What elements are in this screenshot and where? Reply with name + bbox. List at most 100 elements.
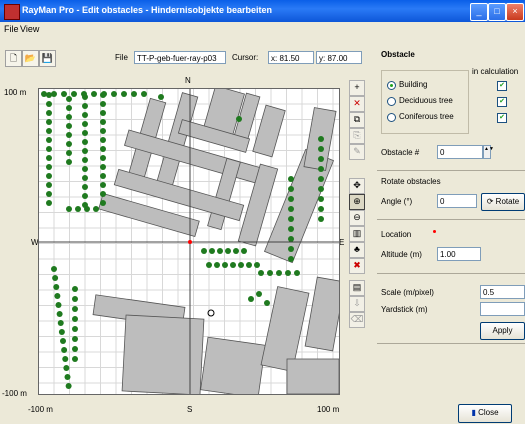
- tree: [58, 329, 65, 335]
- copy-obstacle-icon[interactable]: ⧉: [349, 112, 365, 128]
- tree: [288, 236, 294, 242]
- tree: [82, 112, 88, 118]
- altitude-field[interactable]: 1.00: [437, 247, 481, 261]
- paste-obstacle-icon[interactable]: ⎘: [349, 128, 365, 144]
- angle-label: Angle (°): [381, 197, 413, 206]
- file-name-field[interactable]: TT-P-geb-fuer-ray-p03: [134, 51, 226, 64]
- maximize-button[interactable]: □: [488, 3, 506, 21]
- close-button[interactable]: ▮ Close: [458, 404, 512, 423]
- building: [304, 276, 339, 352]
- coniferous-in-calc-checkbox[interactable]: ✔: [497, 113, 507, 123]
- deciduous-tree-label: Deciduous tree: [399, 96, 453, 105]
- obstacle-number-label: Obstacle #: [381, 148, 420, 157]
- tree: [267, 270, 273, 276]
- tree: [318, 196, 324, 202]
- location-dot-icon: [433, 230, 436, 233]
- tree: [56, 311, 63, 317]
- tree-icon[interactable]: ♣: [349, 242, 365, 258]
- menu-file[interactable]: File: [4, 24, 19, 34]
- tree: [46, 146, 52, 152]
- deciduous-tree-radio[interactable]: [387, 97, 396, 106]
- tree: [72, 296, 78, 302]
- delete-obstacle-icon[interactable]: ✕: [349, 96, 365, 112]
- location-marker: [188, 240, 192, 244]
- obstacle-number-spinner[interactable]: ▲▼: [483, 145, 494, 159]
- angle-field[interactable]: 0: [437, 194, 477, 208]
- tree: [238, 262, 244, 268]
- x-max-label: 100 m: [317, 405, 340, 414]
- building: [121, 314, 205, 394]
- tree: [62, 356, 69, 362]
- remove-icon[interactable]: ✖: [349, 258, 365, 274]
- coniferous-tree-radio[interactable]: [387, 113, 396, 122]
- export-icon[interactable]: ⇩: [349, 296, 365, 312]
- tree: [72, 346, 78, 352]
- tree: [66, 114, 72, 120]
- tree: [256, 291, 262, 297]
- tree: [55, 302, 62, 308]
- add-obstacle-icon[interactable]: +: [349, 80, 365, 96]
- save-file-icon[interactable]: 💾: [39, 50, 56, 67]
- zoom-out-icon[interactable]: ⊖: [349, 210, 365, 226]
- tree: [82, 121, 88, 127]
- tree: [121, 91, 127, 97]
- minimize-button[interactable]: _: [470, 3, 488, 21]
- apply-button[interactable]: Apply: [480, 322, 525, 340]
- layer-icon[interactable]: ▤: [349, 280, 365, 296]
- tree: [248, 296, 254, 302]
- tree: [288, 246, 294, 252]
- tree: [111, 91, 117, 97]
- tree: [241, 248, 247, 254]
- tree: [82, 175, 88, 181]
- tree: [222, 262, 228, 268]
- close-window-button[interactable]: ×: [506, 3, 524, 21]
- tree: [254, 262, 260, 268]
- tree: [214, 262, 220, 268]
- tree: [46, 128, 52, 134]
- tree: [66, 206, 72, 212]
- obstacle-group-title: Obstacle: [381, 50, 415, 59]
- tree: [71, 91, 77, 97]
- rotate-button[interactable]: ⟳ Rotate: [481, 193, 525, 211]
- edit-obstacle-icon[interactable]: ✎: [349, 144, 365, 160]
- tree: [100, 200, 106, 206]
- tree: [51, 91, 57, 97]
- tree: [66, 141, 72, 147]
- app-icon: [4, 4, 20, 20]
- building-in-calc-checkbox[interactable]: ✔: [497, 81, 507, 91]
- map-svg[interactable]: [39, 89, 339, 394]
- tree: [46, 119, 52, 125]
- y-min-label: -100 m: [2, 389, 27, 398]
- tree: [61, 347, 68, 353]
- tree: [66, 123, 72, 129]
- tree: [100, 110, 106, 116]
- tree: [288, 186, 294, 192]
- tree: [288, 206, 294, 212]
- menu-view[interactable]: View: [20, 24, 39, 34]
- obstacle-map[interactable]: [38, 88, 340, 395]
- tree: [41, 91, 47, 97]
- divider: [377, 219, 525, 220]
- new-file-icon[interactable]: 🗋: [5, 50, 22, 67]
- scale-field[interactable]: 0.5: [480, 285, 525, 299]
- tree: [82, 139, 88, 145]
- altitude-label: Altitude (m): [381, 250, 422, 259]
- title-bar[interactable]: RayMan Pro - Edit obstacles - Hinderniso…: [0, 0, 525, 22]
- tree: [276, 270, 282, 276]
- yardstick-field[interactable]: [480, 302, 525, 316]
- building-icon[interactable]: ▥: [349, 226, 365, 242]
- tree: [233, 248, 239, 254]
- tree: [318, 136, 324, 142]
- building-radio[interactable]: [387, 81, 396, 90]
- clear-icon[interactable]: ⌫: [349, 312, 365, 328]
- tree: [57, 320, 64, 326]
- deciduous-in-calc-checkbox[interactable]: ✔: [497, 97, 507, 107]
- tree: [100, 137, 106, 143]
- open-file-icon[interactable]: 📂: [22, 50, 39, 67]
- tree: [209, 248, 215, 254]
- tree: [318, 176, 324, 182]
- tree: [72, 306, 78, 312]
- obstacle-number-field[interactable]: 0: [437, 145, 483, 159]
- move-icon[interactable]: ✥: [349, 178, 365, 194]
- zoom-in-icon[interactable]: ⊕: [349, 194, 365, 210]
